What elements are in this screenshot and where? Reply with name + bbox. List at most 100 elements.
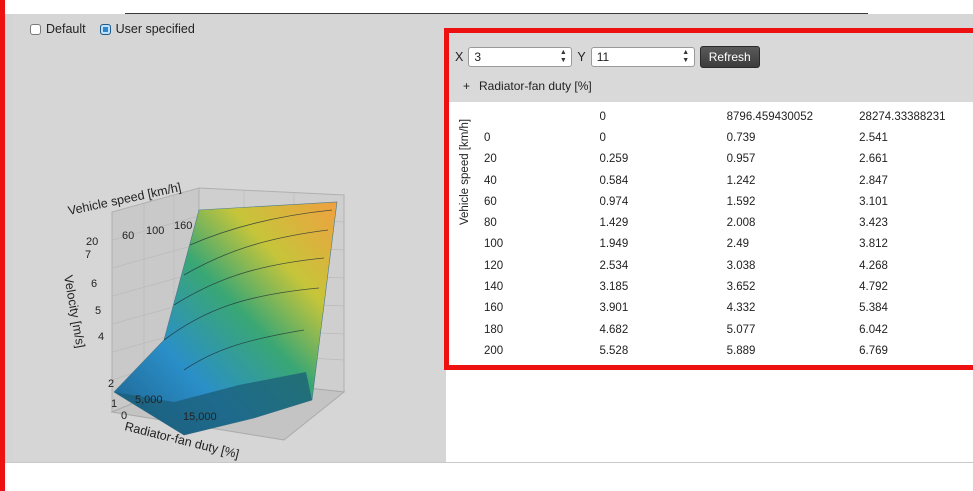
table-cell: 0 <box>599 131 606 144</box>
row-header-cell: 200 <box>484 344 504 357</box>
table-cell: 3.812 <box>859 238 888 251</box>
table-cell: 2.49 <box>726 238 750 251</box>
row-header-cell: 140 <box>484 281 504 294</box>
table-controls: X 3 ▲ ▼ Y 11 ▲ ▼ Refresh <box>455 46 760 68</box>
row-header-cell: 40 <box>484 174 497 187</box>
data-source-options: Default User specified <box>30 22 203 36</box>
table-cell: 3.038 <box>726 259 756 272</box>
velocity-tick-6: 7 <box>85 249 91 261</box>
row-axis-label: Vehicle speed [km/h] <box>459 118 471 225</box>
table-cell: 2.847 <box>859 174 888 187</box>
column-header-cell: 8796.459430052 <box>726 110 813 123</box>
data-table: 0 8796.459430052 28274.33388231 0 0 0.739 2.54… <box>478 106 973 362</box>
bottom-strip <box>5 462 973 491</box>
highlight-left-edge <box>0 0 5 491</box>
column-group-label: Radiator-fan duty [%] <box>479 79 592 93</box>
table-cell: 1.949 <box>599 238 629 251</box>
row-header-cell: 100 <box>484 238 504 251</box>
table-cell: 4.268 <box>859 259 888 272</box>
table-cell: 5.528 <box>599 344 629 357</box>
table-row: 80 1.429 2.008 3.423 <box>478 212 973 233</box>
table-row: 160 3.901 4.332 5.384 <box>478 298 973 319</box>
table-cell: 5.077 <box>726 323 756 336</box>
table-cell: 1.242 <box>726 174 756 187</box>
vehicle-tick-1: 60 <box>122 230 134 242</box>
table-cell: 6.042 <box>859 323 888 336</box>
table-cell: 2.661 <box>859 153 888 166</box>
x-spinner[interactable]: 3 ▲ ▼ <box>468 47 573 67</box>
row-header-cell: 180 <box>484 323 504 336</box>
velocity-tick-5: 6 <box>91 278 97 290</box>
table-row: 60 0.974 1.592 3.101 <box>478 191 973 212</box>
x-value: 3 <box>474 50 482 64</box>
velocity-tick-2: 2 <box>108 378 114 390</box>
x-spinner-arrows-icon[interactable]: ▲ ▼ <box>559 49 567 65</box>
y-spinner-arrows-icon[interactable]: ▲ ▼ <box>682 49 690 65</box>
table-row: 180 4.682 5.077 6.042 <box>478 319 973 340</box>
y-value: 11 <box>596 50 610 64</box>
table-cell: 6.769 <box>859 344 888 357</box>
table-row: 120 2.534 3.038 4.268 <box>478 255 973 276</box>
table-cell: 1.429 <box>599 217 629 230</box>
user-specified-label: User specified <box>115 22 195 36</box>
table-row: 0 0 0.739 2.541 <box>478 127 973 148</box>
y-spinner[interactable]: 11 ▲ ▼ <box>590 47 695 67</box>
row-header-cell: 60 <box>484 195 497 208</box>
refresh-button[interactable]: Refresh <box>699 46 760 68</box>
column-header-cell: 0 <box>599 110 606 123</box>
table-row: 100 1.949 2.49 3.812 <box>478 234 973 255</box>
table-cell: 0.739 <box>726 131 756 144</box>
default-label: Default <box>46 22 86 36</box>
velocity-tick-4: 5 <box>95 305 101 317</box>
table-row: 40 0.584 1.242 2.847 <box>478 170 973 191</box>
top-white-strip <box>0 0 973 14</box>
table-cell: 1.592 <box>726 195 756 208</box>
table-row: 140 3.185 3.652 4.792 <box>478 276 973 297</box>
fan-tick-1: 15,000 <box>183 411 217 423</box>
header-corner-cell <box>478 106 593 127</box>
table-cell: 4.792 <box>859 281 888 294</box>
table-cell: 2.541 <box>859 131 888 144</box>
velocity-tick-1: 1 <box>111 398 117 410</box>
table-cell: 3.101 <box>859 195 888 208</box>
user-specified-option[interactable]: User specified <box>99 22 195 36</box>
row-header-cell: 20 <box>484 153 497 166</box>
table-cell: 4.332 <box>726 302 756 315</box>
table-cell: 5.384 <box>859 302 888 315</box>
table-cell: 3.652 <box>726 281 756 294</box>
table-cell: 0.957 <box>726 153 756 166</box>
vehicle-tick-3: 160 <box>174 220 192 232</box>
vehicle-tick-2: 100 <box>146 225 164 237</box>
default-checkbox[interactable] <box>30 23 41 35</box>
y-label: Y <box>577 50 586 64</box>
column-header-cell: 28274.33388231 <box>859 110 946 123</box>
table-cell: 0.584 <box>599 174 629 187</box>
row-header-cell: 160 <box>484 302 504 315</box>
column-group-header[interactable]: + Radiator-fan duty [%] <box>463 79 592 93</box>
vehicle-tick-0: 20 <box>86 236 98 248</box>
table-row: 20 0.259 0.957 2.661 <box>478 149 973 170</box>
surface-3d-chart[interactable]: Vehicle speed [km/h] 20 60 100 160 Veloc… <box>14 40 444 462</box>
row-header-cell: 80 <box>484 217 497 230</box>
table-cell: 3.423 <box>859 217 888 230</box>
table-cell: 4.682 <box>599 323 629 336</box>
table-header-row: 0 8796.459430052 28274.33388231 <box>478 106 973 127</box>
table-cell: 0.259 <box>599 153 629 166</box>
table-cell: 0.974 <box>599 195 629 208</box>
velocity-tick-3: 4 <box>98 331 104 343</box>
table-cell: 2.534 <box>599 259 629 272</box>
row-header-cell: 120 <box>484 259 504 272</box>
x-label: X <box>455 50 464 64</box>
default-option[interactable]: Default <box>30 22 86 36</box>
row-axis-label-container: Vehicle speed [km/h] <box>455 115 475 225</box>
table-cell: 5.889 <box>726 344 756 357</box>
fan-tick-0: 5,000 <box>135 394 163 406</box>
table-cell: 3.185 <box>599 281 629 294</box>
expand-plus-icon[interactable]: + <box>463 79 470 93</box>
table-row: 200 5.528 5.889 6.769 <box>478 340 973 361</box>
velocity-axis-label: Velocity [m/s] <box>61 274 88 349</box>
user-specified-checkbox[interactable] <box>99 23 111 35</box>
table-cell: 3.901 <box>599 302 629 315</box>
row-header-cell: 0 <box>484 131 491 144</box>
table-cell: 2.008 <box>726 217 756 230</box>
